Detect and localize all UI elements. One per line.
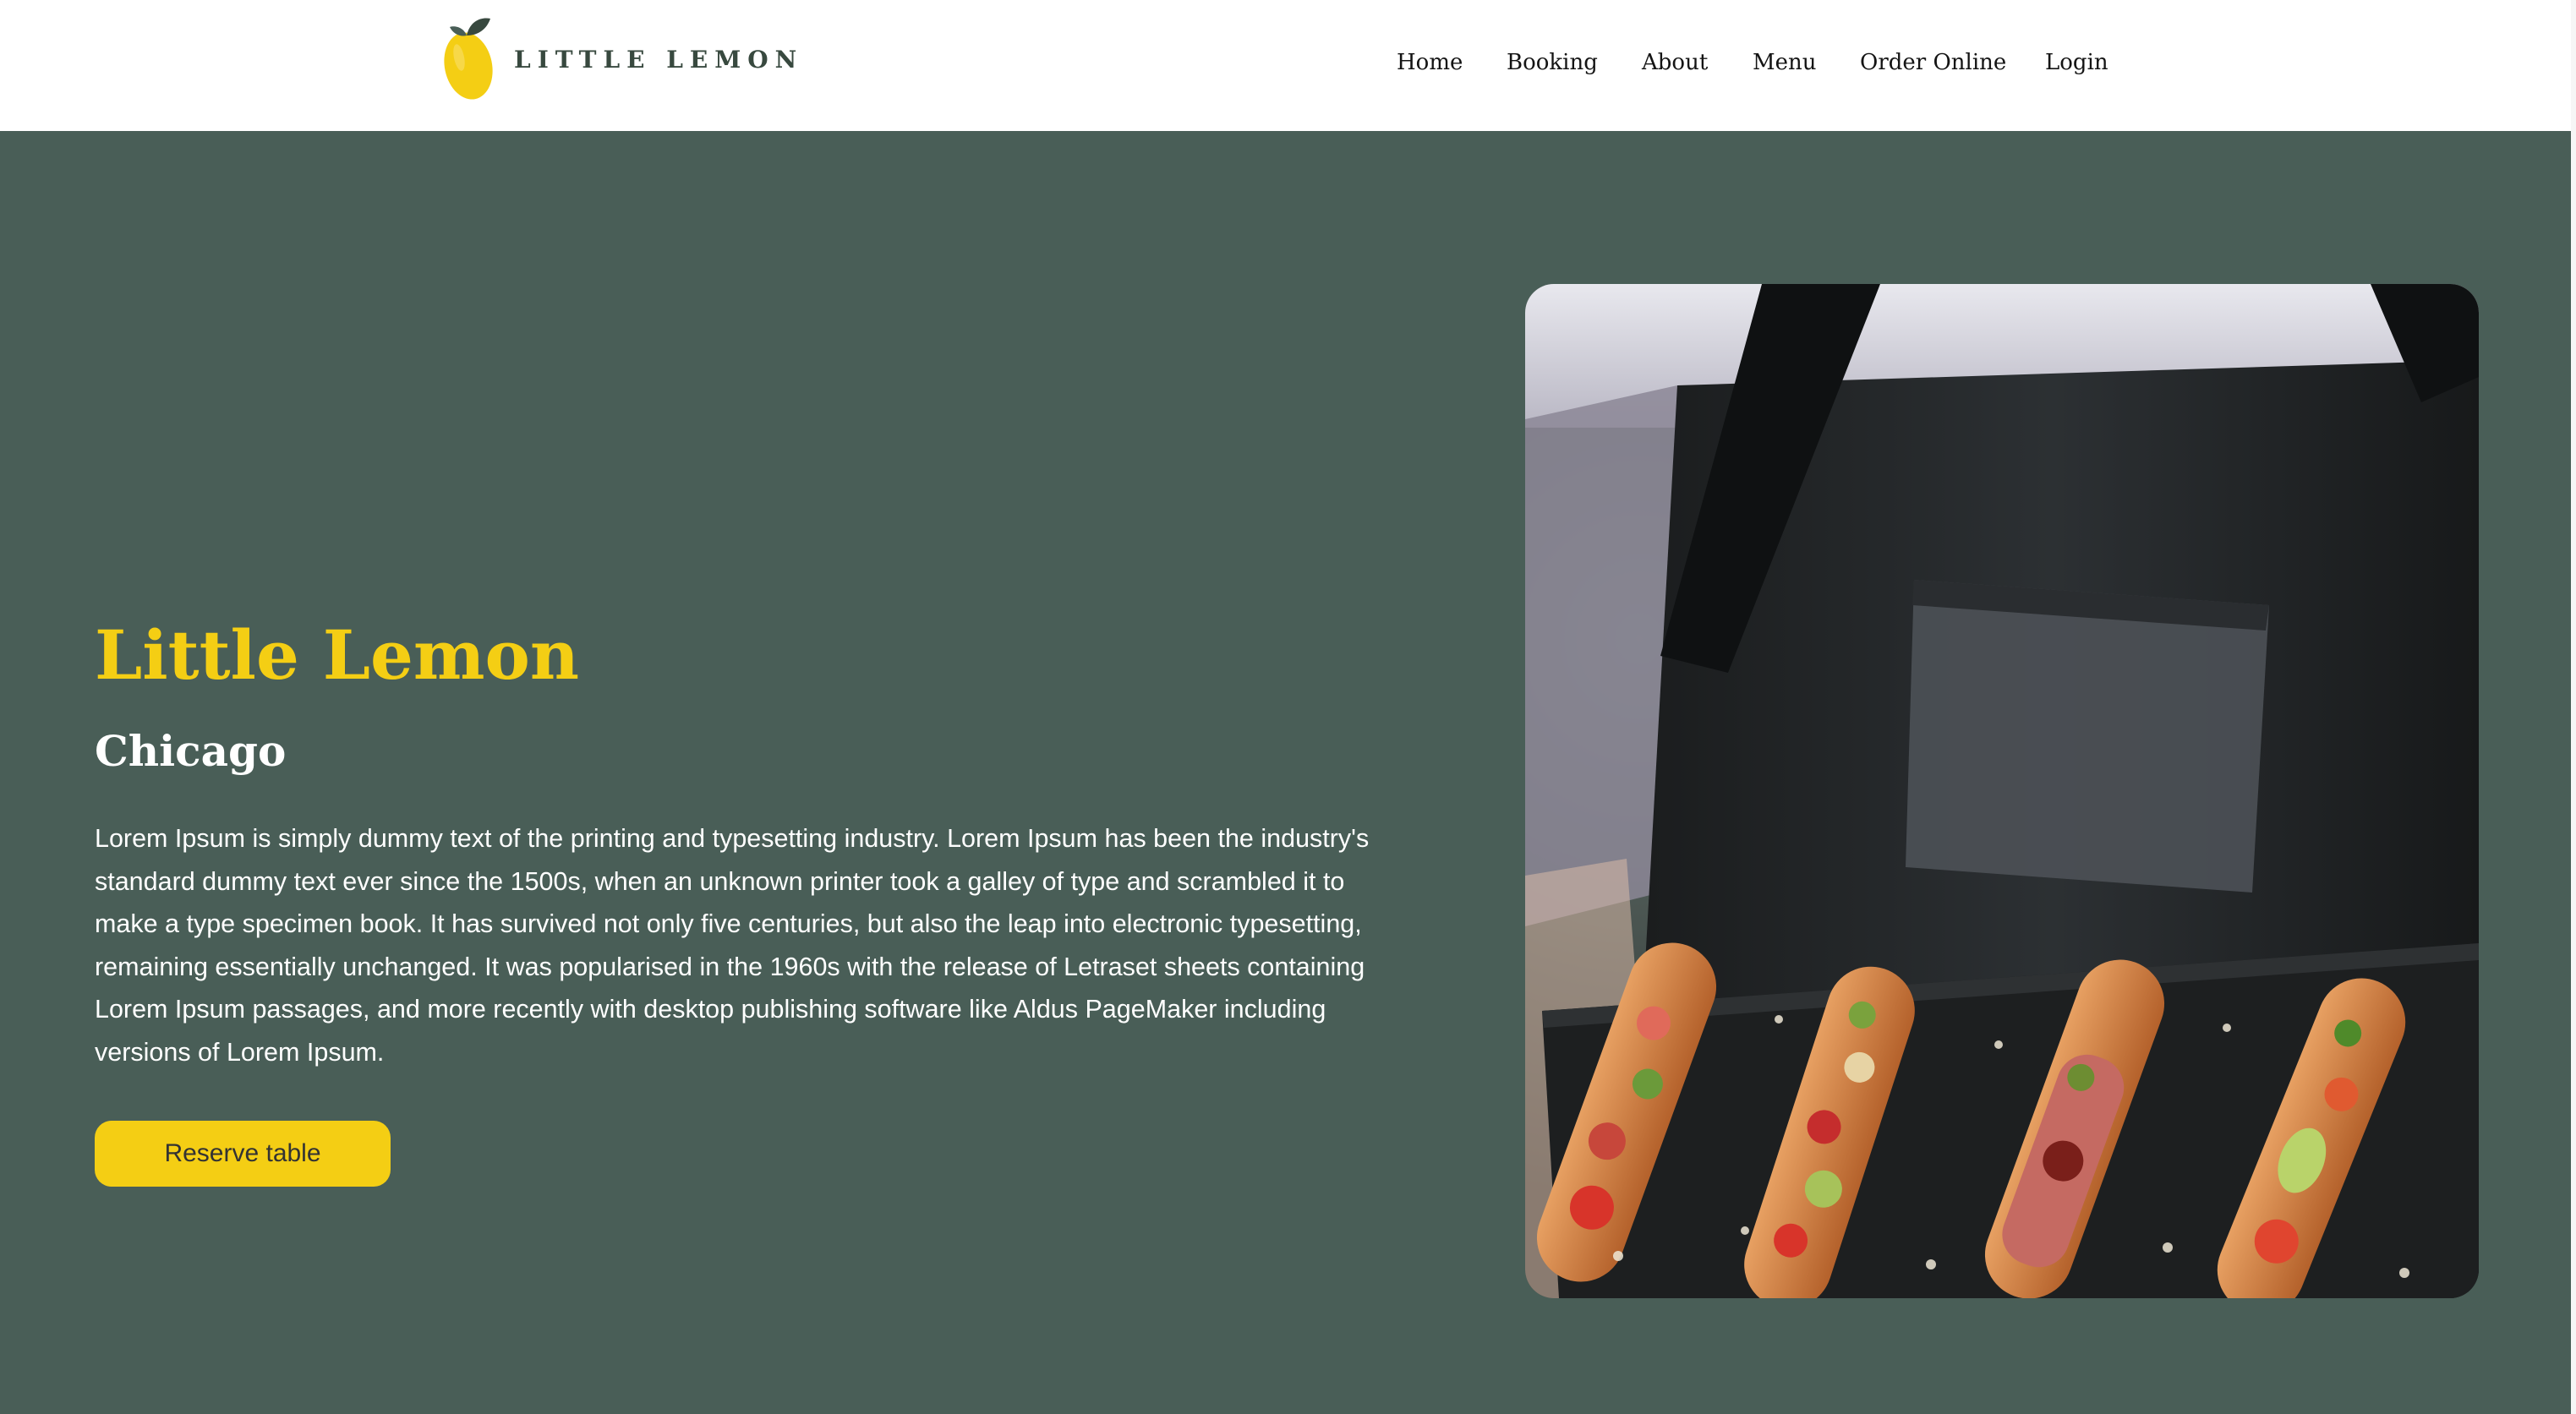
hero-title: Little Lemon — [95, 615, 580, 695]
nav-about[interactable]: About — [1642, 44, 1708, 81]
nav-booking[interactable]: Booking — [1507, 44, 1598, 81]
site-header: LITTLE LEMON Home Booking About Menu Ord… — [0, 0, 2576, 131]
hero-food-photo — [1525, 284, 2479, 1298]
main-nav: Home Booking About Menu Order Online Log… — [0, 44, 2576, 81]
nav-home[interactable]: Home — [1397, 44, 1463, 81]
hero-subtitle: Chicago — [95, 726, 287, 776]
nav-order-online[interactable]: Order Online — [1860, 44, 2006, 81]
page-edge — [2571, 0, 2576, 1414]
page: LITTLE LEMON Home Booking About Menu Ord… — [0, 0, 2576, 1414]
nav-menu[interactable]: Menu — [1753, 44, 1817, 81]
reserve-table-button[interactable]: Reserve table — [95, 1121, 391, 1187]
nav-login[interactable]: Login — [2045, 44, 2108, 81]
hero-description: Lorem Ipsum is simply dummy text of the … — [95, 824, 1370, 1067]
